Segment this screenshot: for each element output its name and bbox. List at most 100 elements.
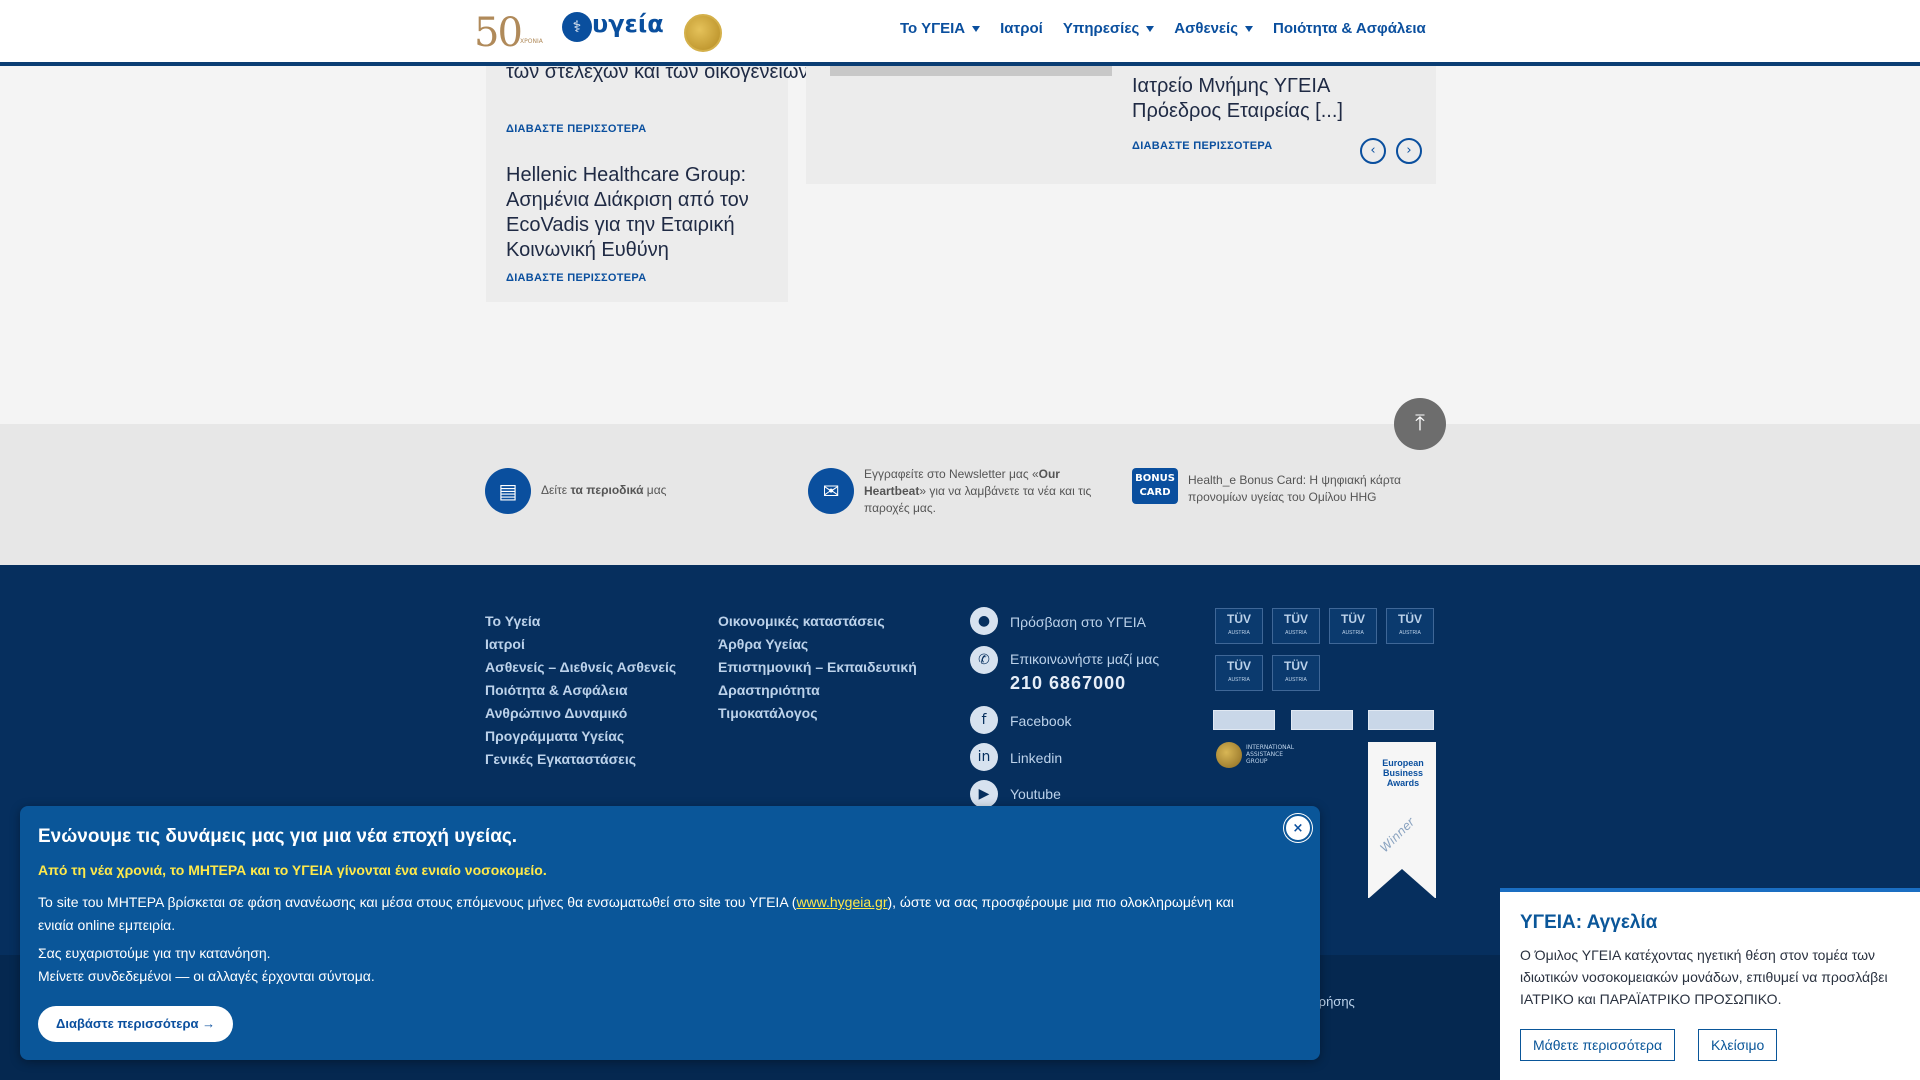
phone-number[interactable]: 210 6867000 bbox=[1010, 673, 1126, 694]
linkedin-link[interactable]: Linkedin bbox=[1010, 750, 1062, 766]
tuv-label: TÜV bbox=[1284, 659, 1308, 673]
modal-thanks-line: Μείνετε συνδεδεμένοι — οι αλλαγές έρχοντ… bbox=[38, 968, 375, 984]
nav-item-quality[interactable]: Ποιότητα & Ασφάλεια bbox=[1273, 20, 1426, 37]
eba-notch bbox=[1368, 869, 1436, 899]
announcement-body: Ο Όμιλος ΥΓΕΙΑ κατέχοντας ηγετική θέση σ… bbox=[1520, 947, 1888, 1007]
envelope-icon[interactable]: ✉ bbox=[808, 468, 854, 514]
news-title-line: Πρόεδρος Εταιρείας [...] bbox=[1132, 100, 1343, 122]
nav-item-hygeia[interactable]: Το ΥΓΕΙΑ bbox=[900, 20, 981, 37]
workplace-award-badge bbox=[1368, 710, 1434, 730]
linkedin-icon: in bbox=[970, 743, 998, 771]
footer-link[interactable]: Ασθενείς – Διεθνείς Ασθενείς bbox=[485, 659, 676, 675]
carousel-next-button[interactable]: › bbox=[1396, 138, 1422, 164]
magazines-post: μας bbox=[646, 483, 667, 497]
modal-body-pre: Το site του ΜΗΤΕΡΑ βρίσκεται σε φάση ανα… bbox=[38, 894, 797, 910]
phone-icon: ✆ bbox=[970, 646, 998, 674]
tuv-label: TÜV bbox=[1398, 612, 1422, 626]
nav-item-doctors[interactable]: Ιατροί bbox=[1000, 20, 1043, 37]
news-item-title[interactable]: Hellenic Healthcare Group: Ασημένια Διάκ… bbox=[506, 163, 776, 263]
footer-link[interactable]: Ιατροί bbox=[485, 636, 525, 652]
tuv-sub: AUSTRIA bbox=[1285, 677, 1307, 683]
modal-highlight: Από τη νέα χρονιά, το ΜΗΤΕΡΑ και το ΥΓΕΙ… bbox=[38, 862, 547, 878]
nav-label: Ποιότητα & Ασφάλεια bbox=[1273, 20, 1426, 37]
workplace-award-badge bbox=[1213, 710, 1275, 730]
nav-label: Ασθενείς bbox=[1174, 20, 1238, 37]
modal-thanks: Σας ευχαριστούμε για την κατανόηση. Μείν… bbox=[38, 942, 375, 988]
footer-link[interactable]: Ανθρώπινο Δυναμικό bbox=[485, 705, 627, 721]
contact-us-link[interactable]: Επικοινωνήστε μαζί μας bbox=[1010, 651, 1159, 667]
read-more-link[interactable]: ΔΙΑΒΑΣΤΕ ΠΕΡΙΣΣΟΤΕΡΑ bbox=[506, 272, 646, 284]
50-years-digits: 50 bbox=[474, 10, 523, 56]
footer-link[interactable]: Ποιότητα & Ασφάλεια bbox=[485, 682, 628, 698]
hygeia-website-link[interactable]: www.hygeia.gr bbox=[796, 894, 887, 910]
book-icon[interactable]: ▤ bbox=[485, 468, 531, 514]
magazines-bold: τα περιοδικά bbox=[570, 483, 644, 497]
learn-more-button[interactable]: Μάθετε περισσότερα bbox=[1520, 1029, 1676, 1061]
footer-link[interactable]: Άρθρα Υγείας bbox=[718, 636, 808, 652]
tuv-certificate-badge: TÜV AUSTRIA bbox=[1215, 655, 1263, 691]
nav-item-patients[interactable]: Ασθενείς bbox=[1174, 20, 1253, 37]
close-icon[interactable]: × bbox=[1284, 814, 1312, 842]
footer-link[interactable]: Το Υγεία bbox=[485, 613, 540, 629]
footer-link[interactable]: Προγράμματα Υγείας bbox=[485, 728, 624, 744]
tuv-sub: AUSTRIA bbox=[1342, 630, 1364, 636]
tuv-label: TÜV bbox=[1227, 612, 1251, 626]
50-years-sub: ΧΡΟΝΙΑ bbox=[520, 38, 543, 45]
read-more-link[interactable]: ΔΙΑΒΑΣΤΕ ΠΕΡΙΣΣΟΤΕΡΑ bbox=[506, 123, 646, 135]
tuv-label: TÜV bbox=[1227, 659, 1251, 673]
footer-link[interactable]: Γενικές Εγκαταστάσεις bbox=[485, 751, 636, 767]
back-to-top-button[interactable]: ⤒ bbox=[1394, 398, 1446, 450]
facebook-icon: f bbox=[970, 706, 998, 734]
modal-read-more-button[interactable]: Διαβάστε περισσότερα → bbox=[38, 1006, 234, 1042]
access-link[interactable]: Πρόσβαση στο ΥΓΕΙΑ bbox=[1010, 614, 1146, 630]
nav-item-services[interactable]: Υπηρεσίες bbox=[1063, 20, 1155, 37]
announcement-close-button[interactable]: Κλείσιμο bbox=[1698, 1029, 1778, 1061]
news-image bbox=[830, 66, 1112, 76]
tuv-sub: AUSTRIA bbox=[1228, 677, 1250, 683]
modal-title: Ενώνουμε τις δυνάμεις μας για μια νέα επ… bbox=[38, 826, 518, 847]
award-seal-icon bbox=[684, 14, 722, 52]
nav-label: Ιατροί bbox=[1000, 20, 1043, 37]
youtube-icon: ▶ bbox=[970, 780, 998, 808]
tuv-certificate-badge: TÜV AUSTRIA bbox=[1272, 608, 1320, 644]
aig-seal-icon bbox=[1216, 742, 1242, 768]
bonus-card-icon[interactable]: BONUS CARD bbox=[1132, 468, 1178, 504]
read-more-link[interactable]: ΔΙΑΒΑΣΤΕ ΠΕΡΙΣΣΟΤΕΡΑ bbox=[1132, 140, 1272, 152]
tuv-certificate-badge: TÜV AUSTRIA bbox=[1386, 608, 1434, 644]
youtube-link[interactable]: Youtube bbox=[1010, 786, 1061, 802]
tuv-sub: AUSTRIA bbox=[1399, 630, 1421, 636]
job-announcement-popup: ΥΓΕΙΑ: Αγγελία Ο Όμιλος ΥΓΕΙΑ κατέχοντας… bbox=[1500, 888, 1920, 1080]
modal-body: Το site του ΜΗΤΕΡΑ βρίσκεται σε φάση ανα… bbox=[38, 891, 1258, 937]
footer-link[interactable]: Δραστηριότητα bbox=[718, 682, 820, 698]
merger-announcement-modal: Ενώνουμε τις δυνάμεις μας για μια νέα επ… bbox=[20, 806, 1320, 1060]
carousel-prev-button[interactable]: ‹ bbox=[1360, 138, 1386, 164]
hygeia-logo-icon: ⚕ bbox=[562, 12, 592, 42]
aig-text: INTERNATIONAL ASSISTANCE GROUP bbox=[1246, 744, 1295, 765]
tuv-certificate-badge: TÜV AUSTRIA bbox=[1329, 608, 1377, 644]
tuv-certificate-badge: TÜV AUSTRIA bbox=[1272, 655, 1320, 691]
main-nav: Το ΥΓΕΙΑ Ιατροί Υπηρεσίες Ασθενείς Ποιότ… bbox=[900, 20, 1446, 37]
modal-thanks-line: Σας ευχαριστούμε για την κατανόηση. bbox=[38, 945, 271, 961]
chevron-down-icon bbox=[1146, 25, 1155, 32]
chevron-down-icon bbox=[972, 25, 981, 32]
magazines-text[interactable]: Δείτε τα περιοδικά μας bbox=[541, 482, 666, 499]
eba-text: European Business Awards bbox=[1382, 758, 1424, 788]
50-years-logo[interactable]: 50 ΧΡΟΝΙΑ bbox=[474, 10, 548, 56]
newsletter-pre: Εγγραφείτε στο Newsletter μας « bbox=[864, 467, 1039, 481]
tuv-label: TÜV bbox=[1284, 612, 1308, 626]
bonus-card-text[interactable]: Health_e Bonus Card: Η ψηφιακή κάρτα προ… bbox=[1188, 472, 1418, 506]
footer-link[interactable]: Επιστημονική – Εκπαιδευτική bbox=[718, 659, 917, 675]
footer-link[interactable]: Οικονομικές καταστάσεις bbox=[718, 613, 885, 629]
hygeia-logo[interactable]: ⚕ υγεία bbox=[562, 10, 664, 52]
site-header: 50 ΧΡΟΝΙΑ ⚕ υγεία Το ΥΓΕΙΑ Ιατροί Υπηρεσ… bbox=[0, 0, 1920, 66]
announcement-title: ΥΓΕΙΑ: Αγγελία bbox=[1520, 912, 1658, 933]
nav-label: Το ΥΓΕΙΑ bbox=[900, 20, 966, 37]
tuv-sub: AUSTRIA bbox=[1228, 630, 1250, 636]
facebook-link[interactable]: Facebook bbox=[1010, 713, 1071, 729]
tuv-label: TÜV bbox=[1341, 612, 1365, 626]
news-item-title[interactable]: Ιατρείο Μνήμης ΥΓΕΙΑ Πρόεδρος Εταιρείας … bbox=[1132, 74, 1343, 124]
european-business-awards-badge: European Business Awards Winner bbox=[1368, 742, 1436, 899]
workplace-award-badge bbox=[1291, 710, 1353, 730]
footer-link[interactable]: Τιμοκατάλογος bbox=[718, 705, 818, 721]
newsletter-text[interactable]: Εγγραφείτε στο Newsletter μας «Our Heart… bbox=[864, 466, 1114, 517]
